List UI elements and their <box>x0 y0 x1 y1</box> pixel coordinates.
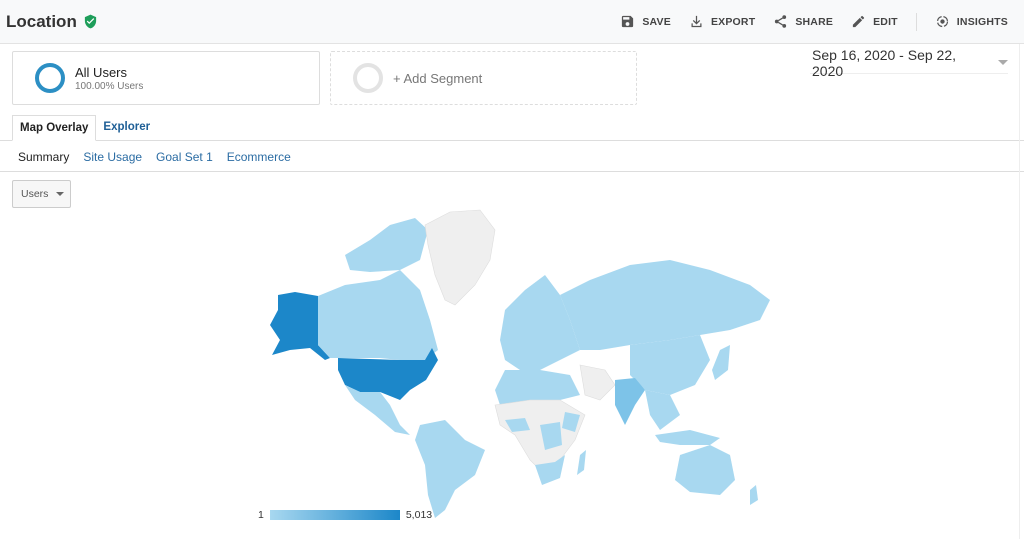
empty-segment-ring-icon <box>353 63 383 93</box>
export-button[interactable]: EXPORT <box>689 14 755 29</box>
shield-check-icon <box>84 14 96 29</box>
region-south-america[interactable] <box>415 420 485 518</box>
explorer-subtabs: Summary Site Usage Goal Set 1 Ecommerce <box>0 142 1024 172</box>
region-greenland[interactable] <box>424 209 496 306</box>
toolbar-divider <box>915 12 917 31</box>
world-map <box>270 209 770 518</box>
segment-percentage: 100.00% Users <box>75 80 144 92</box>
insights-icon <box>936 15 948 28</box>
chevron-down-icon <box>998 60 1008 65</box>
segment-ring-icon <box>35 63 65 93</box>
region-canada[interactable] <box>318 270 438 360</box>
edit-button[interactable]: EDIT <box>851 14 898 29</box>
insights-button[interactable]: INSIGHTS <box>935 14 1008 29</box>
tab-explorer[interactable]: Explorer <box>96 115 157 141</box>
subtab-goal-set-1[interactable]: Goal Set 1 <box>156 150 213 164</box>
download-icon <box>691 15 702 28</box>
region-madagascar[interactable] <box>577 450 586 475</box>
save-icon <box>622 15 634 28</box>
region-china[interactable] <box>630 335 710 395</box>
pencil-icon <box>852 15 865 28</box>
region-southeast-asia[interactable] <box>645 390 680 430</box>
report-header: Location SAVE EXPORT SHARE EDIT INSIGHTS <box>0 0 1024 44</box>
region-india[interactable] <box>615 378 645 425</box>
export-label: EXPORT <box>710 15 756 28</box>
region-canada-arctic[interactable] <box>345 218 428 272</box>
region-russia[interactable] <box>560 260 770 350</box>
metric-select-value: Users <box>21 188 49 200</box>
segment-name: All Users <box>75 64 128 80</box>
region-europe[interactable] <box>500 275 580 370</box>
subtab-ecommerce[interactable]: Ecommerce <box>227 150 291 164</box>
region-indonesia[interactable] <box>655 430 720 445</box>
page-title: Location <box>6 12 98 32</box>
subtab-summary[interactable]: Summary <box>18 150 69 164</box>
legend-gradient-bar <box>269 510 400 520</box>
insights-label: INSIGHTS <box>956 15 1008 28</box>
segment-all-users[interactable]: All Users 100.00% Users <box>12 51 320 105</box>
region-middle-east[interactable] <box>579 364 616 401</box>
report-actions: SAVE EXPORT SHARE EDIT INSIGHTS <box>620 12 1018 31</box>
subtab-site-usage[interactable]: Site Usage <box>83 150 142 164</box>
share-label: SHARE <box>795 15 834 28</box>
legend-min-value: 1 <box>258 509 264 521</box>
view-tabs: Map Overlay Explorer <box>0 115 1024 141</box>
region-australia[interactable] <box>675 445 735 495</box>
add-segment-button[interactable]: + Add Segment <box>330 51 637 105</box>
add-segment-label: + Add Segment <box>393 70 483 86</box>
share-icon <box>775 15 787 28</box>
metric-select[interactable]: Users <box>12 180 71 208</box>
region-japan[interactable] <box>712 345 730 380</box>
map-legend: 1 5,013 <box>258 509 432 521</box>
save-button[interactable]: SAVE <box>620 14 671 29</box>
region-new-zealand[interactable] <box>750 485 758 505</box>
region-central-africa[interactable] <box>494 399 586 476</box>
date-range-picker[interactable]: Sep 16, 2020 - Sep 22, 2020 <box>810 47 1008 79</box>
date-range-text: Sep 16, 2020 - Sep 22, 2020 <box>812 46 956 79</box>
share-button[interactable]: SHARE <box>773 14 833 29</box>
save-label: SAVE <box>642 15 671 28</box>
content-right-border <box>1019 44 1020 539</box>
legend-max-value: 5,013 <box>405 509 433 521</box>
edit-label: EDIT <box>873 15 898 28</box>
dropdown-caret-icon <box>56 192 65 196</box>
tab-map-overlay[interactable]: Map Overlay <box>12 115 97 141</box>
segment-bar: All Users 100.00% Users + Add Segment <box>12 51 637 105</box>
page-title-text: Location <box>6 11 77 31</box>
